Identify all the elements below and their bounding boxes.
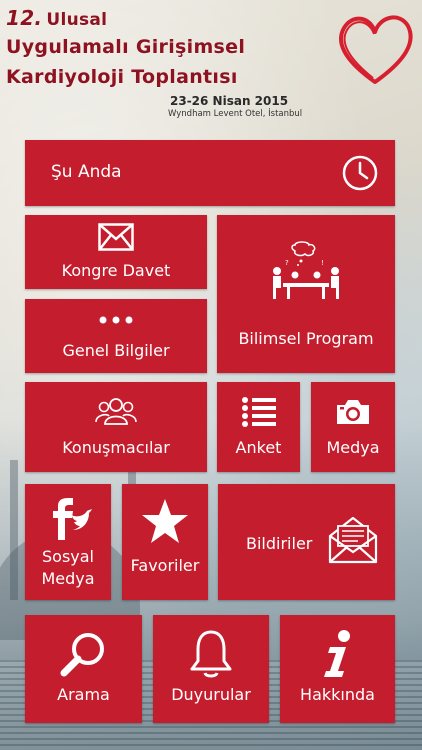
title-line-3: Kardiyoloji Toplantısı [6,66,238,88]
konusmacilar-label: Konuşmacılar [62,438,170,457]
duyurular-label: Duyurular [171,685,251,704]
bilimsel-program-label: Bilimsel Program [238,329,374,348]
background-minaret [10,460,18,600]
search-icon [60,633,104,677]
dots-icon [99,316,133,324]
anket-label: Anket [235,438,282,457]
heart-logo-icon [339,15,413,84]
social-icon [53,498,92,540]
medya-label: Medya [326,438,380,457]
favoriler-tile[interactable]: Favoriler [122,484,208,600]
kongre-davet-label: Kongre Davet [61,261,171,280]
hakkinda-tile[interactable]: Hakkında [280,615,395,723]
sosyal-medya-label: Sosyal Medya [41,547,95,588]
konusmacilar-tile[interactable]: Konuşmacılar [25,382,207,472]
clock-icon [342,155,378,191]
title-line-2: Uygulamalı Girişimsel [6,36,246,58]
list-icon [242,397,276,427]
genel-bilgiler-tile[interactable]: Genel Bilgiler [25,299,207,373]
su-anda-tile[interactable]: Şu Anda [25,140,395,206]
star-icon [142,499,188,543]
hakkinda-label: Hakkında [300,685,375,704]
envelope-icon [98,223,134,251]
anket-tile[interactable]: Anket [217,382,300,472]
people-icon [95,398,137,425]
title-line-1: 12. Ulusal [6,6,107,30]
arama-tile[interactable]: Arama [25,615,142,723]
kongre-davet-tile[interactable]: Kongre Davet [25,215,207,289]
medya-tile[interactable]: Medya [311,382,395,472]
duyurular-tile[interactable]: Duyurular [153,615,269,723]
event-venue: Wyndham Levent Otel, İstanbul [168,109,303,119]
bildiriler-label: Bildiriler [246,534,313,553]
open-letter-icon [328,516,378,564]
arama-label: Arama [57,685,110,704]
title-word-ulusal: Ulusal [46,10,108,30]
bell-icon [190,630,232,678]
event-header: 12. Ulusal Uygulamalı Girişimsel Kardiyol… [0,0,422,135]
svg-text:?: ? [285,259,289,267]
sosyal-medya-tile[interactable]: Sosyal Medya [25,484,111,600]
info-icon [324,630,350,677]
camera-icon [337,400,369,424]
bilimsel-program-tile[interactable]: ? ! Bilimsel Program [217,215,395,373]
su-anda-label: Şu Anda [51,162,122,182]
event-date: 23-26 Nisan 2015 [170,94,289,108]
bildiriler-tile[interactable]: Bildiriler [218,484,395,600]
favoriler-label: Favoriler [130,556,200,575]
svg-text:!: ! [321,259,324,267]
genel-bilgiler-label: Genel Bilgiler [62,341,170,360]
meeting-icon: ? ! [273,241,339,299]
edition-number: 12. [6,6,43,30]
